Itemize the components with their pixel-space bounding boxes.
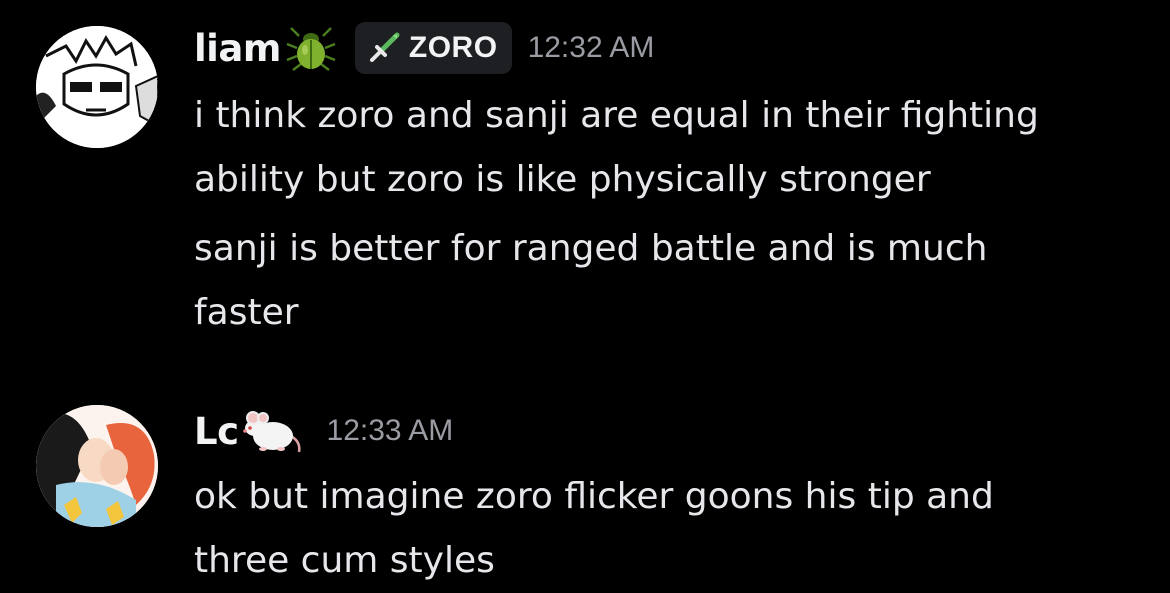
message-text-line: i think zoro and sanji are equal in thei…: [194, 95, 1039, 136]
illustrated-avatar-couple-icon: [36, 405, 158, 527]
message-header: liam ZORO 12:32 AM: [194, 18, 654, 78]
username[interactable]: liam: [194, 27, 281, 70]
rat-icon: [242, 406, 303, 456]
timestamp: 12:32 AM: [527, 31, 655, 64]
avatar[interactable]: [36, 26, 158, 148]
sword-icon: [367, 31, 401, 65]
role-tag[interactable]: ZORO: [354, 22, 512, 74]
role-tag-label: ZORO: [408, 31, 498, 64]
message-header: Lc 12:33 AM: [194, 403, 453, 459]
message-text-line: three cum styles: [194, 540, 495, 581]
message-text-line: sanji is better for ranged battle and is…: [194, 228, 988, 269]
message-text-line: ok but imagine zoro flicker goons his ti…: [194, 476, 994, 517]
beetle-icon: [285, 24, 337, 72]
username[interactable]: Lc: [194, 410, 239, 453]
timestamp: 12:33 AM: [326, 414, 454, 447]
avatar[interactable]: [36, 405, 158, 527]
manga-avatar-zoro-icon: [36, 26, 158, 148]
message-text-line: faster: [194, 292, 299, 333]
message-text-line: ability but zoro is like physically stro…: [194, 159, 931, 200]
